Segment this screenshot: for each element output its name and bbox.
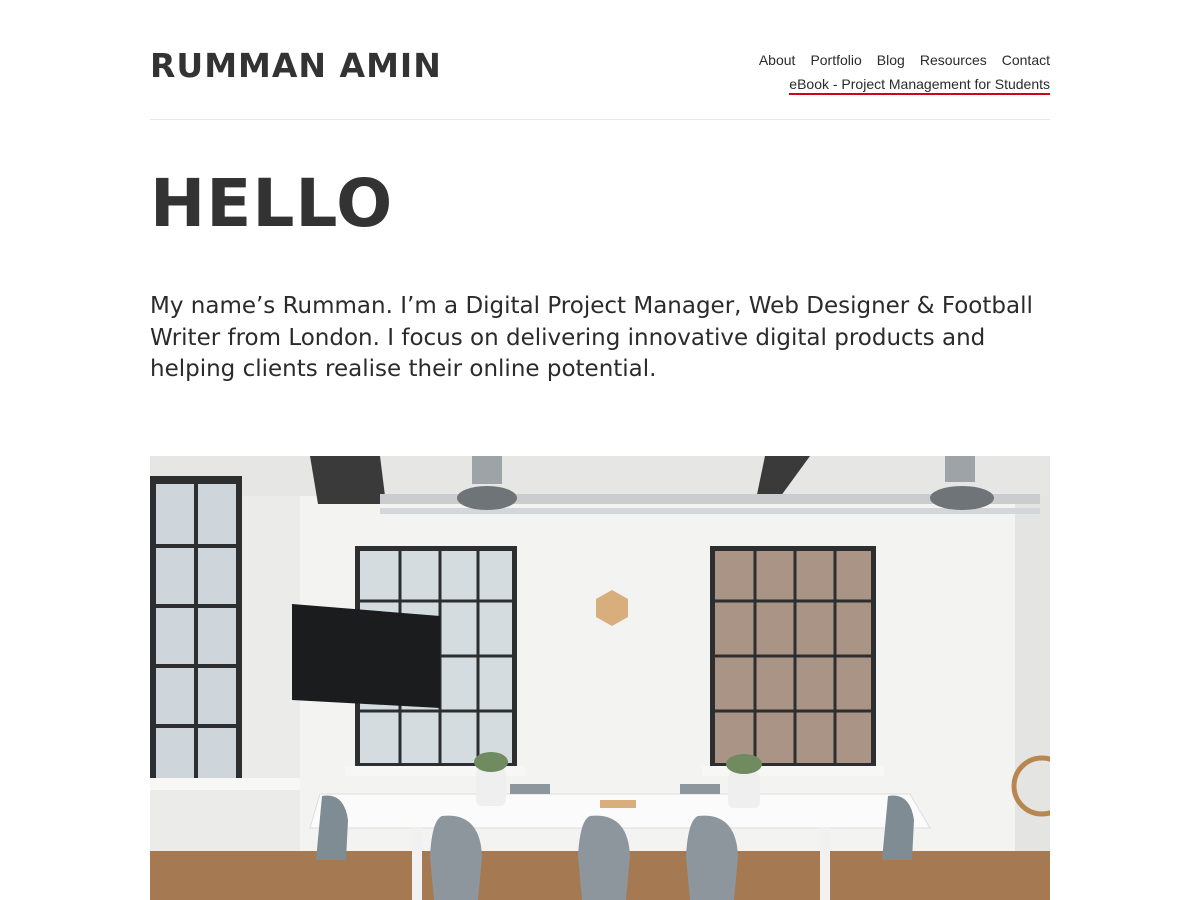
ceiling-beam-left	[310, 456, 386, 504]
ceiling	[150, 456, 1050, 496]
site-title-link[interactable]: RUMMAN AMIN	[150, 46, 442, 86]
plant-pot-right	[728, 772, 760, 808]
nav-item-resources[interactable]: Resources	[920, 50, 987, 70]
chair-front-2	[578, 815, 630, 900]
plant-pot-left	[476, 768, 506, 806]
nav-item-portfolio[interactable]: Portfolio	[810, 50, 861, 70]
duct-right	[945, 456, 975, 482]
intro-paragraph: My name’s Rumman. I’m a Digital Project …	[150, 293, 1033, 382]
primary-nav: About Portfolio Blog Resources Contact	[759, 50, 1050, 70]
wall-mounted-tv	[292, 604, 440, 708]
site-header: RUMMAN AMIN About Portfolio Blog Resourc…	[150, 0, 1050, 120]
succulent-left	[474, 752, 508, 772]
office-room-illustration	[150, 456, 1050, 900]
chair-front-1	[430, 815, 482, 900]
page-heading: HELLO	[150, 165, 394, 242]
nav-item-contact[interactable]: Contact	[1002, 50, 1050, 70]
nav-item-about[interactable]: About	[759, 50, 796, 70]
table-tray	[600, 800, 636, 808]
right-wall	[1015, 496, 1050, 900]
hero-image	[150, 456, 1050, 900]
table-leg-right	[820, 828, 830, 900]
table-leg-left	[412, 828, 422, 900]
succulent-right	[726, 754, 762, 774]
nav-item-ebook[interactable]: eBook - Project Management for Students	[789, 76, 1050, 95]
duct-left	[472, 456, 502, 484]
diffuser-left	[457, 486, 517, 510]
secondary-nav: eBook - Project Management for Students	[789, 74, 1050, 95]
chair-front-3	[686, 815, 738, 900]
meeting-table	[309, 793, 931, 829]
diffuser-right	[930, 486, 994, 510]
nav-item-blog[interactable]: Blog	[877, 50, 905, 70]
window-sill-left	[150, 778, 300, 790]
